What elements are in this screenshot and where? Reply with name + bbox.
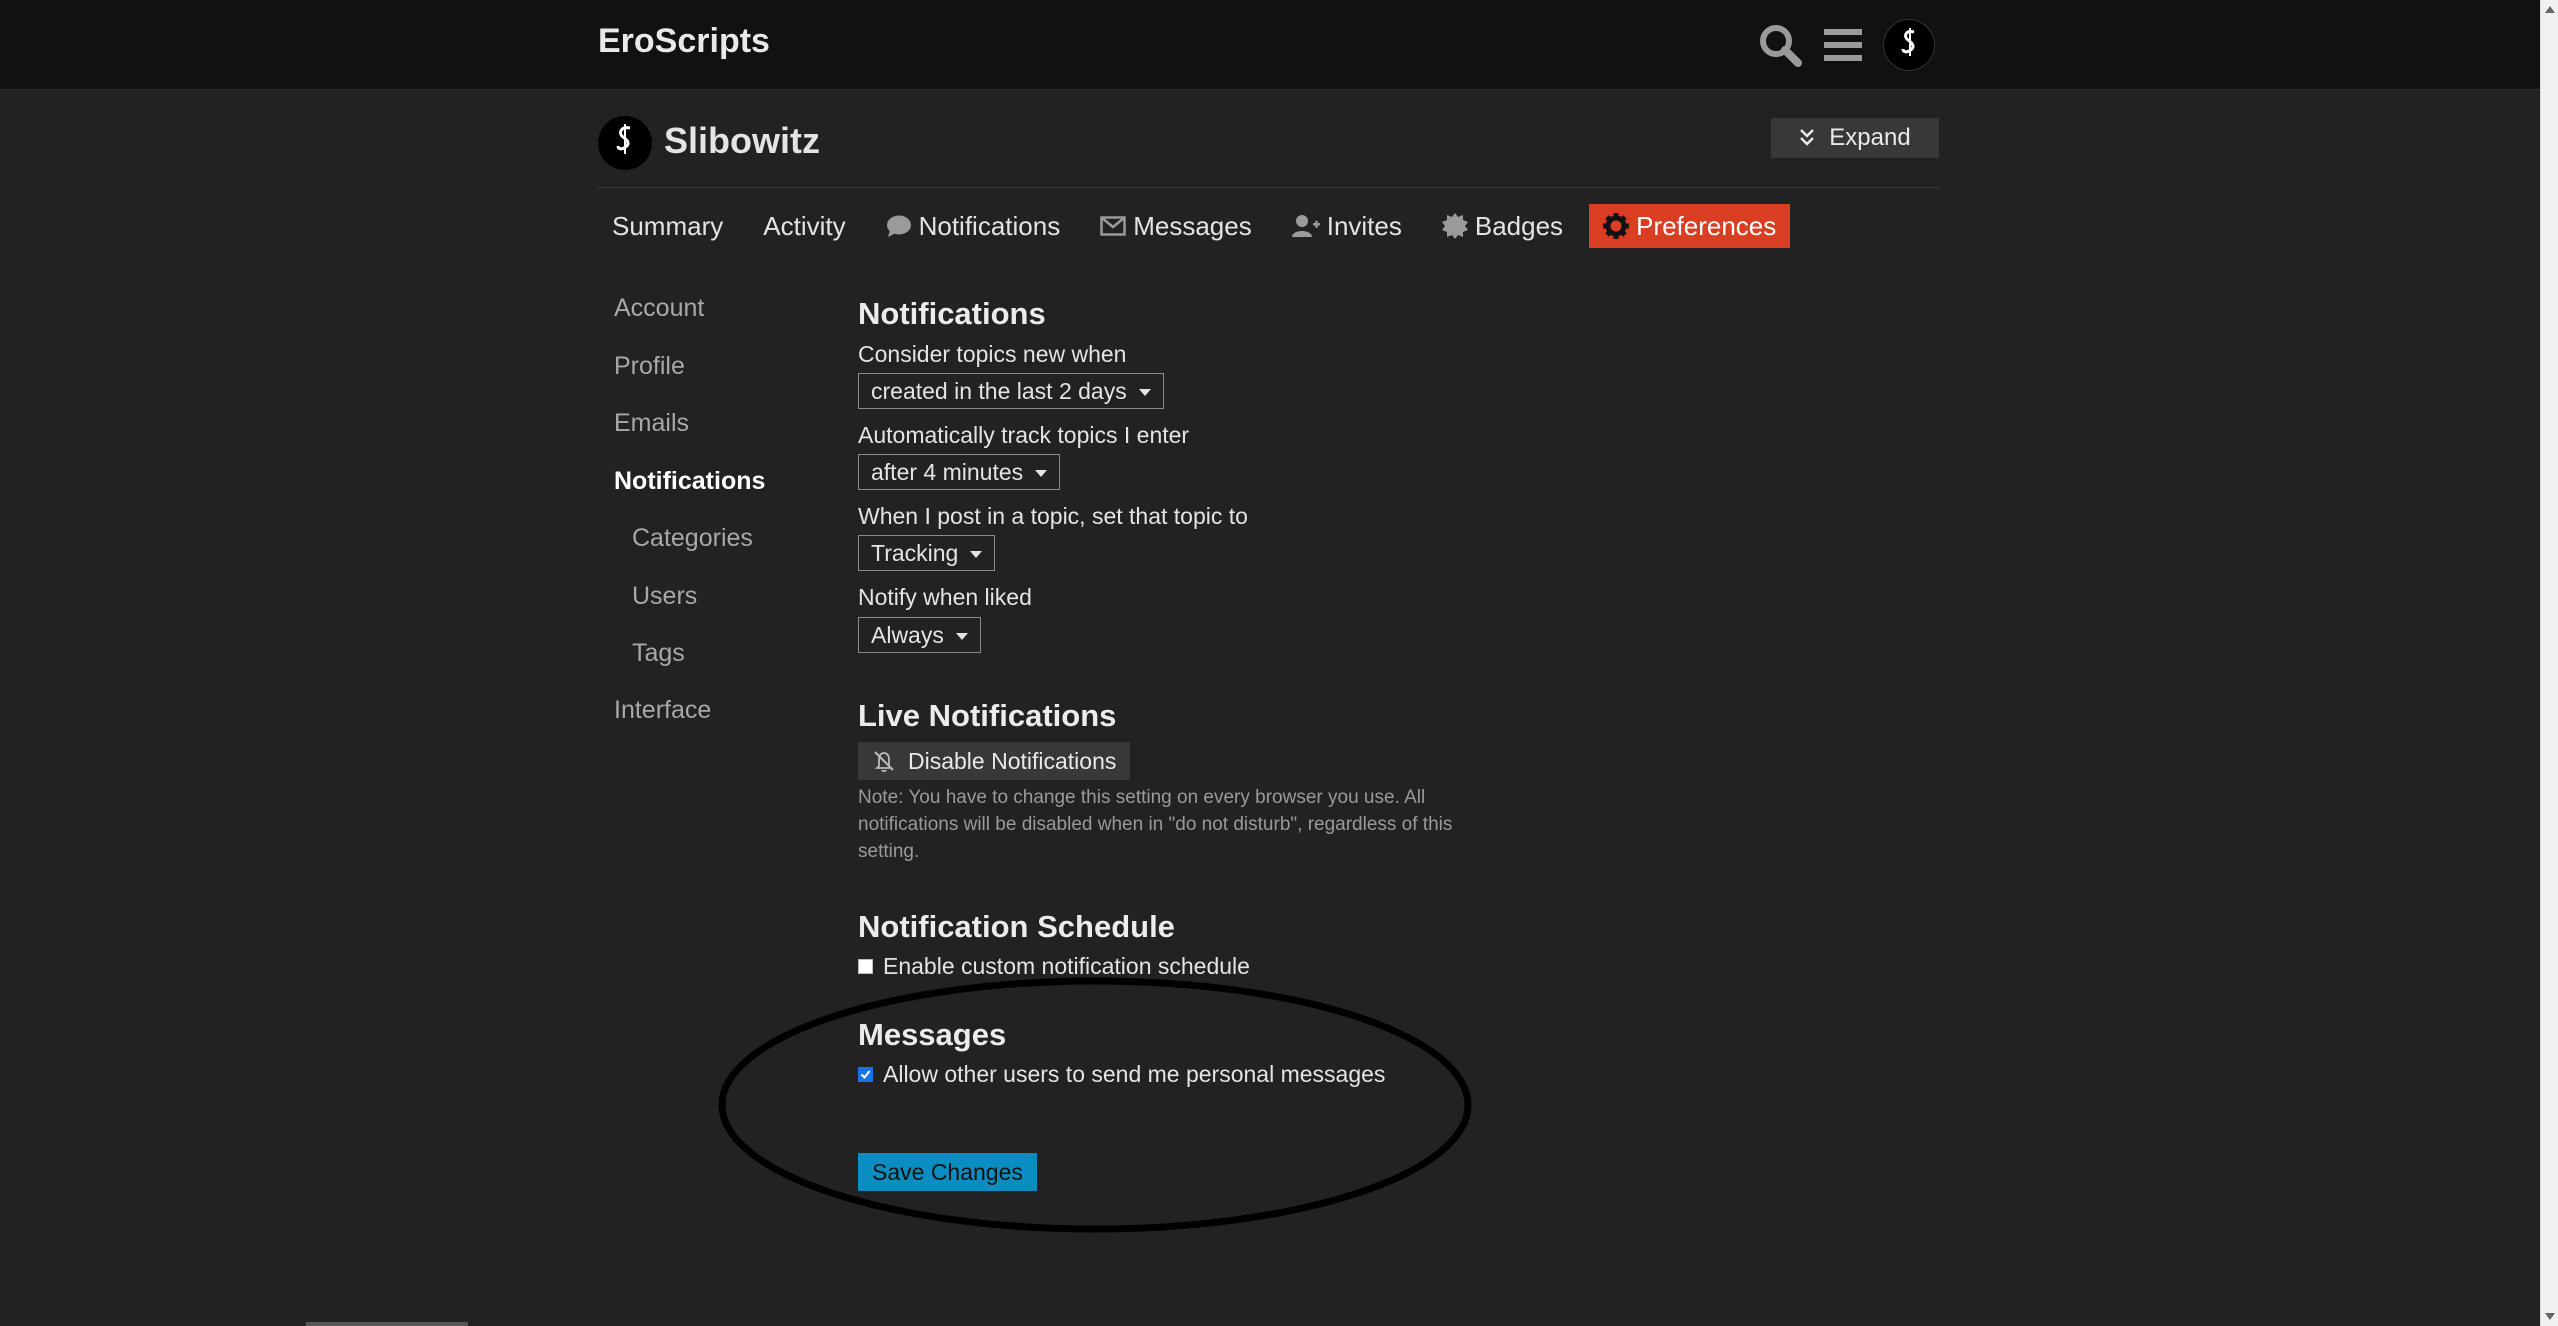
select-value: Always	[871, 621, 944, 648]
nav-emails[interactable]: Emails	[614, 409, 689, 438]
nav-profile[interactable]: Profile	[614, 352, 685, 381]
custom-schedule-row[interactable]: Enable custom notification schedule	[858, 953, 1250, 980]
envelope-icon	[1100, 216, 1126, 236]
scroll-up-icon[interactable]	[2545, 6, 2555, 13]
notifications-title: Notifications	[858, 296, 1046, 331]
comment-icon	[886, 215, 911, 237]
button-label: Disable Notifications	[908, 747, 1117, 774]
user-avatar[interactable]	[598, 116, 652, 170]
site-header: EroScripts	[0, 0, 2540, 90]
tab-activity[interactable]: Activity	[749, 204, 859, 248]
hamburger-menu-icon[interactable]	[1820, 21, 1868, 69]
header-divider	[598, 187, 1940, 188]
tab-label: Preferences	[1636, 210, 1777, 241]
new-topics-select[interactable]: created in the last 2 days	[858, 373, 1164, 409]
tab-preferences[interactable]: Preferences	[1589, 204, 1791, 248]
username: Slibowitz	[664, 120, 820, 161]
gear-icon	[1603, 213, 1630, 239]
caret-down-icon	[970, 550, 983, 558]
dollar-logo-icon	[616, 124, 631, 154]
vertical-scrollbar[interactable]	[2540, 0, 2558, 1326]
notify-liked-select[interactable]: Always	[858, 617, 981, 653]
allow-messages-label[interactable]: Allow other users to send me personal me…	[883, 1061, 1385, 1088]
auto-track-label: Automatically track topics I enter	[858, 422, 1190, 448]
custom-schedule-checkbox[interactable]	[858, 959, 873, 974]
bottom-edge-mark	[306, 1322, 468, 1326]
scroll-down-icon[interactable]	[2545, 1313, 2555, 1320]
badge-icon	[1441, 213, 1468, 239]
tab-badges[interactable]: Badges	[1428, 204, 1577, 248]
live-notifications-note: Note: You have to change this setting on…	[858, 787, 1453, 862]
user-plus-icon	[1291, 215, 1320, 237]
tab-notifications[interactable]: Notifications	[872, 204, 1075, 248]
expand-label: Expand	[1829, 124, 1911, 151]
post-topic-label: When I post in a topic, set that topic t…	[858, 503, 1248, 529]
save-changes-button[interactable]: Save Changes	[858, 1153, 1037, 1191]
tab-label: Notifications	[918, 210, 1061, 241]
site-logo[interactable]: EroScripts	[598, 22, 770, 61]
page: EroScripts Slibowitz Expand Summary Acti…	[0, 0, 2558, 1326]
profile-tabs: Summary Activity Notifications Messages	[598, 204, 1802, 248]
tab-messages[interactable]: Messages	[1086, 204, 1266, 248]
auto-track-select[interactable]: after 4 minutes	[858, 454, 1061, 490]
post-topic-select[interactable]: Tracking	[858, 535, 996, 571]
tab-label: Messages	[1133, 210, 1252, 241]
live-notifications-title: Live Notifications	[858, 698, 1117, 733]
tab-label: Badges	[1474, 210, 1564, 241]
nav-users[interactable]: Users	[632, 582, 697, 611]
tab-summary[interactable]: Summary	[598, 204, 737, 248]
search-icon[interactable]	[1756, 21, 1804, 69]
nav-tags[interactable]: Tags	[632, 639, 685, 668]
caret-down-icon	[955, 632, 968, 640]
nav-interface[interactable]: Interface	[614, 696, 711, 725]
caret-down-icon	[1138, 388, 1151, 396]
tab-invites[interactable]: Invites	[1278, 204, 1416, 248]
caret-down-icon	[1035, 469, 1048, 477]
bell-slash-icon	[874, 751, 894, 773]
annotation-ellipse	[718, 977, 1472, 1233]
notify-liked-label: Notify when liked	[858, 584, 1032, 610]
select-value: created in the last 2 days	[871, 377, 1127, 404]
new-topics-label: Consider topics new when	[858, 341, 1127, 367]
custom-schedule-label[interactable]: Enable custom notification schedule	[883, 953, 1250, 980]
allow-messages-row[interactable]: Allow other users to send me personal me…	[858, 1061, 1385, 1088]
select-value: Tracking	[871, 539, 959, 566]
header-avatar[interactable]	[1883, 19, 1935, 71]
disable-notifications-button[interactable]: Disable Notifications	[858, 742, 1131, 780]
checkmark-icon	[860, 1070, 871, 1080]
dollar-logo-icon	[1901, 28, 1915, 56]
tab-label: Summary	[612, 210, 724, 241]
messages-title: Messages	[858, 1017, 1007, 1052]
notification-schedule-title: Notification Schedule	[858, 909, 1175, 944]
select-value: after 4 minutes	[871, 458, 1024, 485]
expand-button[interactable]: Expand	[1771, 118, 1939, 158]
nav-categories[interactable]: Categories	[632, 524, 753, 553]
double-chevron-down-icon	[1800, 129, 1815, 146]
tab-label: Invites	[1326, 210, 1402, 241]
nav-notifications[interactable]: Notifications	[614, 467, 765, 496]
allow-messages-checkbox[interactable]	[858, 1067, 873, 1082]
tab-label: Activity	[763, 210, 846, 241]
nav-account[interactable]: Account	[614, 294, 704, 323]
